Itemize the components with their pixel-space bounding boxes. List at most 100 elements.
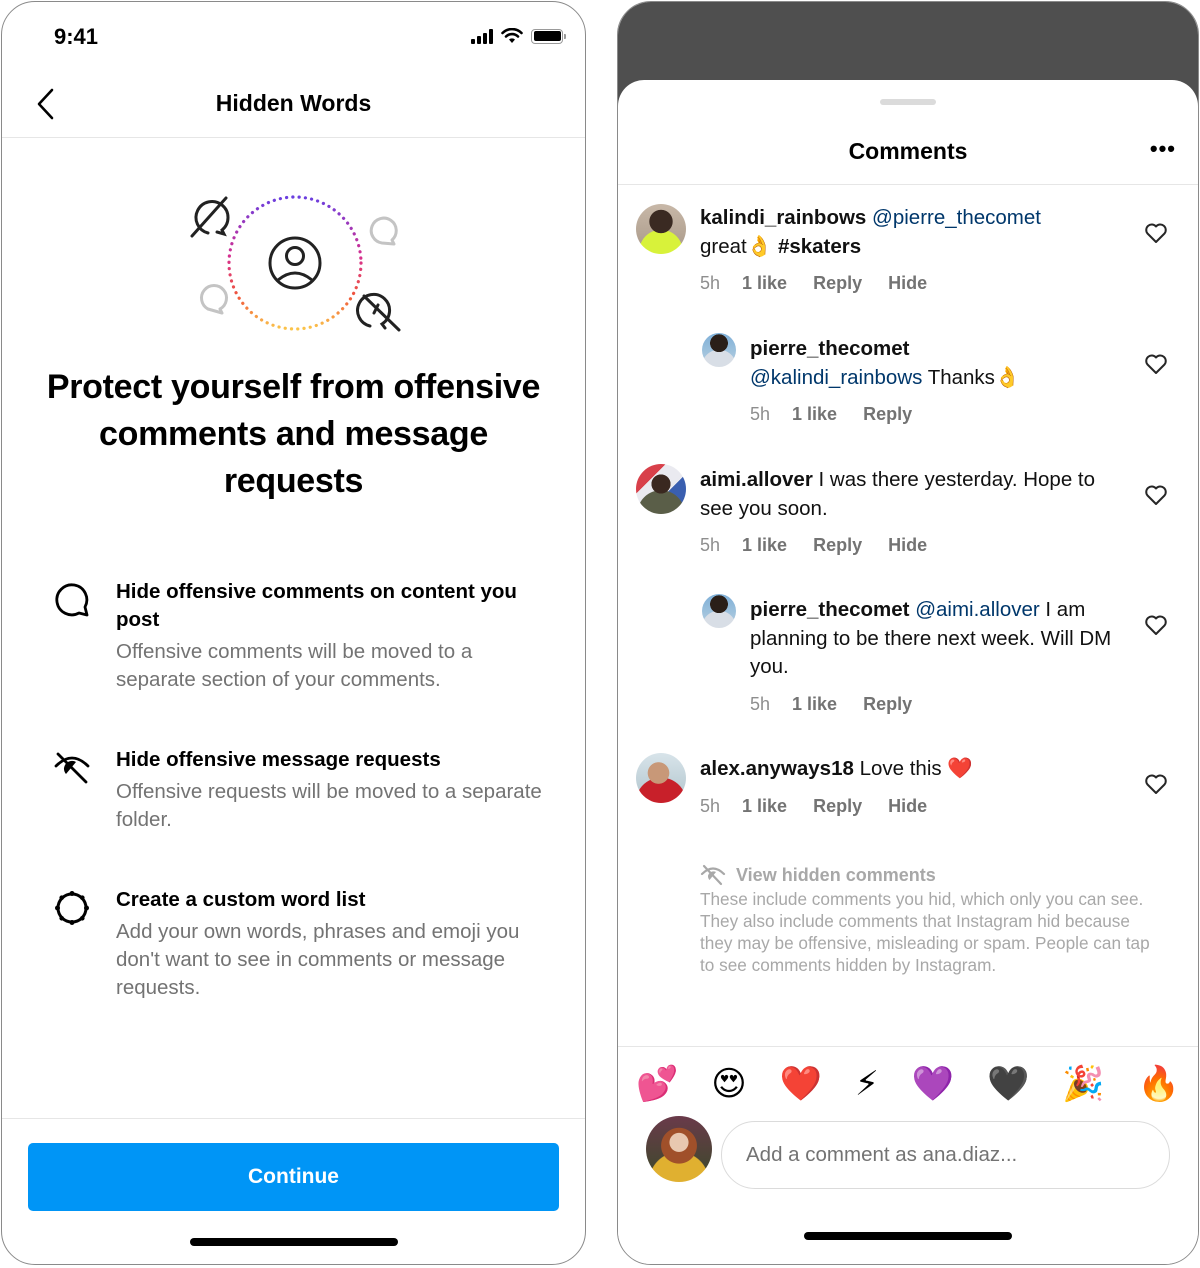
emoji-purple-heart[interactable]: 💜 — [912, 1062, 954, 1106]
more-options-icon[interactable]: ••• — [1150, 136, 1176, 162]
composer-divider — [618, 1046, 1198, 1047]
reply-button[interactable]: Reply — [813, 531, 862, 560]
comment-text: aimi.allover I was there yesterday. Hope… — [700, 466, 1128, 523]
status-bar: 9:41 — [2, 2, 585, 72]
comment-bubble-icon — [55, 583, 89, 617]
hide-button[interactable]: Hide — [888, 792, 927, 821]
comment-username[interactable]: alex.anyways18 — [700, 757, 854, 780]
feature-description: Add your own words, phrases and emoji yo… — [116, 920, 520, 999]
comment-likes[interactable]: 1 like — [742, 269, 787, 298]
feature-hide-comments: Hide offensive comments on content you p… — [52, 578, 545, 694]
quick-emoji-bar: 💕 😍 ❤️ ⚡ 💜 🖤 🎉 🔥 — [636, 1062, 1180, 1106]
comment-likes[interactable]: 1 like — [742, 792, 787, 821]
emoji-red-heart[interactable]: ❤️ — [780, 1062, 822, 1106]
heart-icon[interactable] — [1144, 484, 1168, 506]
home-indicator — [804, 1232, 1012, 1240]
hidden-words-screen: 9:41 Hidden Words Protect yourself from … — [1, 1, 586, 1265]
emoji-black-heart[interactable]: 🖤 — [987, 1062, 1029, 1106]
feature-description: Offensive comments will be moved to a se… — [116, 640, 473, 691]
profile-icon — [268, 236, 322, 290]
nav-bar: Hidden Words — [2, 72, 585, 138]
emoji-fire[interactable]: 🔥 — [1138, 1062, 1180, 1106]
hidden-comments-section: View hidden comments These include comme… — [700, 864, 1162, 976]
reply-button[interactable]: Reply — [863, 400, 912, 429]
comment-body: alex.anyways18 Love this ❤️ 5h 1 like Re… — [700, 755, 1128, 820]
view-hidden-comments-label[interactable]: View hidden comments — [736, 865, 936, 886]
current-user-avatar — [646, 1116, 712, 1182]
status-time: 9:41 — [54, 24, 99, 49]
comment-time: 5h — [750, 404, 771, 424]
sheet-title: Comments — [848, 138, 968, 164]
comment-alert-off-icon — [356, 292, 401, 332]
feature-title: Hide offensive comments on content you p… — [116, 580, 517, 631]
comment-meta: 5h 1 like Reply Hide — [700, 531, 1128, 560]
comment-time: 5h — [700, 535, 721, 555]
sheet-divider — [618, 184, 1198, 185]
comment-mention[interactable]: @kalindi_rainbows — [750, 366, 922, 389]
comment-username[interactable]: aimi.allover — [700, 468, 813, 491]
comment-text: kalindi_rainbows @pierre_thecomet great👌… — [700, 204, 1128, 261]
comment-time: 5h — [750, 693, 771, 714]
reply-button[interactable]: Reply — [813, 269, 862, 298]
comment-body: aimi.allover I was there yesterday. Hope… — [700, 466, 1128, 560]
comment-mention[interactable]: @pierre_thecomet — [872, 206, 1041, 229]
comment-meta: 5h 1 like Reply Hide — [700, 792, 1128, 821]
comment-text-content: Love this ❤️ — [853, 757, 973, 780]
comment-likes[interactable]: 1 like — [792, 400, 837, 429]
comment-body: kalindi_rainbows @pierre_thecomet great👌… — [700, 204, 1128, 298]
hide-button[interactable]: Hide — [888, 269, 927, 298]
feature-title: Hide offensive message requests — [116, 748, 441, 771]
heart-icon[interactable] — [1144, 353, 1168, 375]
comment-meta: 5h 1 like Reply — [750, 400, 1128, 429]
heart-icon[interactable] — [1144, 614, 1168, 636]
headline: Protect yourself from offensive comments… — [46, 368, 541, 500]
comment-likes[interactable]: 1 like — [792, 690, 837, 719]
emoji-two-hearts[interactable]: 💕 — [636, 1062, 678, 1106]
hidden-words-illustration — [190, 195, 401, 332]
heart-icon[interactable] — [1144, 773, 1168, 795]
avatar[interactable] — [702, 333, 736, 367]
avatar[interactable] — [702, 594, 736, 628]
comment-text: alex.anyways18 Love this ❤️ — [700, 755, 1128, 784]
comment-hashtag[interactable]: #skaters — [778, 235, 861, 258]
comment-mention[interactable]: @aimi.allover — [915, 598, 1039, 621]
cellular-signal-icon — [471, 28, 493, 44]
comment-text-content: great👌 — [700, 234, 778, 258]
comment-bubble-gray-icon — [200, 284, 228, 315]
eye-off-icon — [54, 752, 90, 784]
comment-meta: 5h 1 like Reply Hide — [700, 269, 1128, 298]
emoji-party-popper[interactable]: 🎉 — [1062, 1062, 1104, 1106]
battery-icon — [531, 28, 566, 44]
comment-body: pierre_thecomet @kalindi_rainbows Thanks… — [750, 335, 1128, 429]
comment-meta: 5h 1 like Reply — [750, 690, 1128, 719]
comment-text: pierre_thecomet @kalindi_rainbows Thanks… — [750, 335, 1128, 392]
feature-title: Create a custom word list — [116, 888, 366, 911]
wifi-icon — [501, 28, 523, 43]
comment-username[interactable]: kalindi_rainbows — [700, 206, 866, 229]
emoji-lightning[interactable]: ⚡ — [855, 1062, 879, 1106]
comment-likes[interactable]: 1 like — [742, 531, 787, 560]
comment-text: pierre_thecomet @aimi.allover I am plann… — [750, 596, 1128, 682]
comment-body: pierre_thecomet @aimi.allover I am plann… — [750, 596, 1128, 718]
emoji-heart-eyes[interactable]: 😍 — [711, 1062, 746, 1106]
avatar[interactable] — [636, 464, 686, 514]
heart-icon[interactable] — [1144, 222, 1168, 244]
comment-username[interactable]: pierre_thecomet — [750, 598, 910, 621]
reply-button[interactable]: Reply — [863, 690, 912, 719]
feature-custom-list: Create a custom word list Add your own w… — [52, 886, 545, 1002]
comment-username[interactable]: pierre_thecomet — [750, 337, 910, 360]
avatar[interactable] — [636, 204, 686, 254]
view-hidden-comments-link[interactable]: View hidden comments — [700, 864, 1162, 886]
avatar[interactable] — [636, 753, 686, 803]
feature-hide-requests: Hide offensive message requests Offensiv… — [52, 746, 545, 834]
sheet-grabber[interactable] — [880, 99, 936, 105]
status-icons — [471, 28, 566, 44]
hide-button[interactable]: Hide — [888, 531, 927, 560]
comment-text-content: Thanks👌 — [922, 365, 1021, 389]
footer-divider — [2, 1118, 585, 1119]
reply-button[interactable]: Reply — [813, 792, 862, 821]
home-indicator — [189, 1238, 398, 1246]
comment-off-icon — [190, 196, 230, 238]
continue-button[interactable]: Continue — [28, 1143, 559, 1211]
add-comment-input[interactable] — [721, 1121, 1170, 1189]
